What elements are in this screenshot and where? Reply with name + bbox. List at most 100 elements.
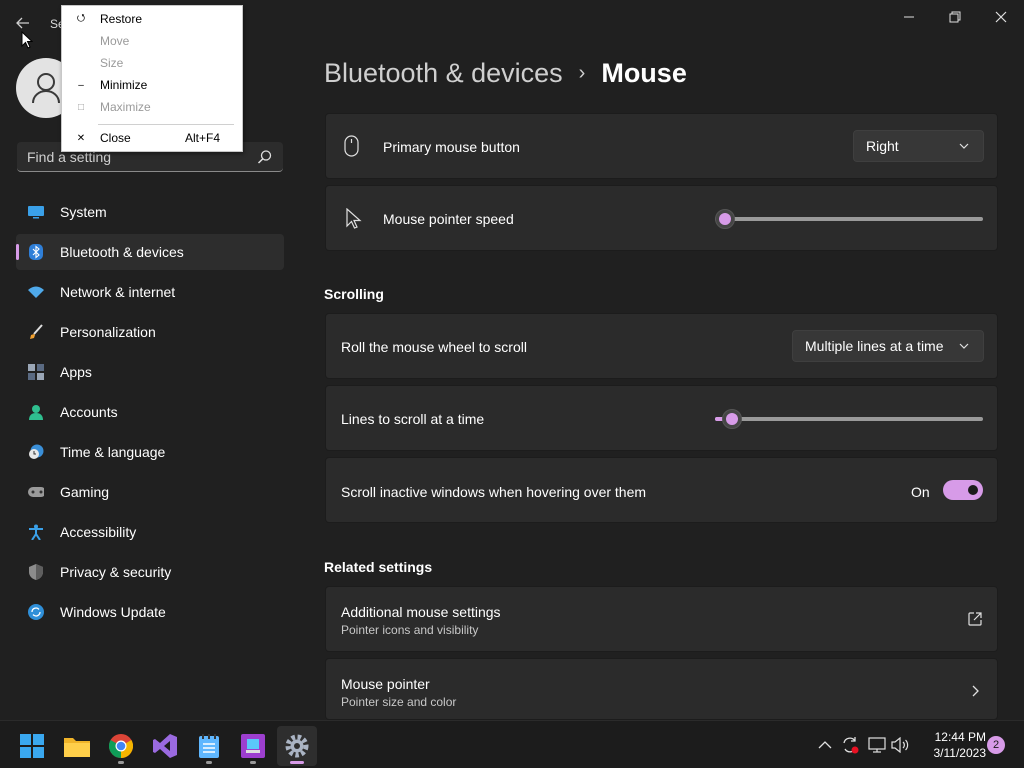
running-indicator bbox=[118, 761, 124, 764]
menu-item-restore[interactable]: ⭯ Restore bbox=[62, 9, 242, 29]
additional-mouse-settings-card[interactable]: Additional mouse settings Pointer icons … bbox=[325, 586, 998, 652]
running-indicator bbox=[290, 761, 304, 764]
menu-item-move: Move bbox=[62, 31, 242, 51]
menu-item-minimize[interactable]: – Minimize bbox=[62, 75, 242, 95]
lines-to-scroll-label: Lines to scroll at a time bbox=[341, 411, 485, 427]
start-icon[interactable] bbox=[12, 726, 52, 766]
accounts-icon bbox=[28, 404, 44, 420]
chrome-icon[interactable] bbox=[101, 726, 141, 766]
shield-icon bbox=[28, 564, 44, 580]
search-icon[interactable] bbox=[257, 149, 273, 165]
display-icon[interactable] bbox=[867, 735, 887, 755]
external-link-icon bbox=[968, 612, 982, 629]
notification-badge[interactable]: 2 bbox=[987, 736, 1005, 754]
pointer-speed-slider[interactable] bbox=[715, 209, 983, 229]
page-title: Mouse bbox=[601, 58, 687, 88]
sidebar-item-apps[interactable]: Apps bbox=[16, 354, 284, 390]
sidebar-item-windows-update[interactable]: Windows Update bbox=[16, 594, 284, 630]
menu-item-size: Size bbox=[62, 53, 242, 73]
breadcrumb-separator-icon: › bbox=[578, 62, 586, 84]
section-title-scrolling: Scrolling bbox=[324, 286, 384, 302]
sidebar-item-label: Privacy & security bbox=[60, 564, 172, 580]
mouse-cursor-icon bbox=[21, 30, 34, 52]
sidebar-item-privacy-security[interactable]: Privacy & security bbox=[16, 554, 284, 590]
roll-wheel-card: Roll the mouse wheel to scroll Multiple … bbox=[325, 313, 998, 379]
menu-item-label: Maximize bbox=[100, 100, 151, 114]
mouse-pointer-card[interactable]: Mouse pointer Pointer size and color bbox=[325, 658, 998, 720]
lines-to-scroll-slider[interactable] bbox=[715, 409, 983, 429]
window-system-menu: ⭯ Restore Move Size – Minimize □ Maximiz… bbox=[61, 5, 243, 152]
notepad-icon[interactable] bbox=[189, 726, 229, 766]
sidebar-item-label: Network & internet bbox=[60, 284, 176, 300]
scroll-inactive-card: Scroll inactive windows when hovering ov… bbox=[325, 457, 998, 523]
sidebar-item-label: Windows Update bbox=[60, 604, 166, 620]
lines-to-scroll-card: Lines to scroll at a time bbox=[325, 385, 998, 451]
mouse-icon bbox=[344, 135, 360, 160]
mouse-pointer-label: Mouse pointer bbox=[341, 676, 430, 692]
sidebar-item-gaming[interactable]: Gaming bbox=[16, 474, 284, 510]
clock[interactable]: 12:44 PM 3/11/2023 bbox=[918, 729, 987, 761]
bluetooth-icon bbox=[28, 244, 44, 260]
settings-icon[interactable] bbox=[277, 726, 317, 766]
user-icon bbox=[32, 73, 60, 104]
chevron-right-icon bbox=[970, 684, 980, 701]
menu-item-label: Size bbox=[100, 56, 124, 70]
breadcrumb-parent[interactable]: Bluetooth & devices bbox=[324, 58, 563, 89]
sidebar-item-label: Gaming bbox=[60, 484, 110, 500]
close-icon: ✕ bbox=[76, 132, 86, 144]
accessibility-icon bbox=[28, 524, 44, 540]
primary-mouse-button-dropdown[interactable]: Right bbox=[853, 130, 984, 162]
slider-thumb[interactable] bbox=[715, 209, 735, 229]
minimize-icon: – bbox=[78, 79, 84, 91]
primary-mouse-button-card: Primary mouse button Right bbox=[325, 113, 998, 179]
clock-globe-icon bbox=[28, 444, 44, 460]
system-icon bbox=[28, 204, 44, 220]
sidebar-item-accessibility[interactable]: Accessibility bbox=[16, 514, 284, 550]
volume-icon[interactable] bbox=[891, 735, 911, 755]
pointer-icon bbox=[346, 207, 362, 233]
sidebar-item-time-language[interactable]: Time & language bbox=[16, 434, 284, 470]
file-explorer-icon[interactable] bbox=[57, 726, 97, 766]
close-icon[interactable] bbox=[989, 6, 1013, 28]
apps-icon bbox=[28, 364, 44, 380]
scroll-inactive-toggle[interactable] bbox=[943, 480, 983, 500]
visual-studio-icon[interactable] bbox=[145, 726, 185, 766]
chevron-down-icon bbox=[957, 139, 971, 153]
menu-item-label: Move bbox=[100, 34, 130, 48]
slider-thumb[interactable] bbox=[722, 409, 742, 429]
sync-icon[interactable] bbox=[840, 735, 860, 755]
sidebar-item-network-internet[interactable]: Network & internet bbox=[16, 274, 284, 310]
roll-wheel-label: Roll the mouse wheel to scroll bbox=[341, 339, 527, 355]
app-icon[interactable] bbox=[233, 726, 273, 766]
brush-icon bbox=[28, 324, 44, 340]
chevron-up-icon[interactable] bbox=[815, 735, 835, 755]
sidebar-nav: System Bluetooth & devices Network & int… bbox=[16, 194, 284, 634]
sidebar-item-label: Accounts bbox=[60, 404, 118, 420]
sidebar-item-label: Accessibility bbox=[60, 524, 137, 540]
menu-separator bbox=[98, 124, 234, 125]
sidebar-item-personalization[interactable]: Personalization bbox=[16, 314, 284, 350]
sidebar-item-bluetooth-devices[interactable]: Bluetooth & devices bbox=[16, 234, 284, 270]
menu-item-close[interactable]: ✕ Close Alt+F4 bbox=[62, 128, 242, 148]
restore-icon: ⭯ bbox=[76, 12, 86, 24]
clock-time: 12:44 PM bbox=[934, 730, 986, 744]
sidebar-item-accounts[interactable]: Accounts bbox=[16, 394, 284, 430]
gamepad-icon bbox=[28, 484, 44, 500]
sidebar-item-label: Personalization bbox=[60, 324, 156, 340]
menu-item-label: Minimize bbox=[100, 78, 148, 92]
mouse-pointer-speed-card: Mouse pointer speed bbox=[325, 185, 998, 251]
menu-shortcut: Alt+F4 bbox=[184, 131, 220, 145]
sidebar-item-label: System bbox=[60, 204, 107, 220]
restore-icon[interactable] bbox=[943, 6, 967, 28]
running-indicator bbox=[206, 761, 212, 764]
roll-wheel-dropdown[interactable]: Multiple lines at a time bbox=[792, 330, 984, 362]
running-indicator bbox=[250, 761, 256, 764]
dropdown-value: Right bbox=[866, 138, 899, 154]
toggle-state-label: On bbox=[911, 484, 930, 500]
chevron-down-icon bbox=[957, 339, 971, 353]
sidebar-item-system[interactable]: System bbox=[16, 194, 284, 230]
minimize-icon[interactable] bbox=[897, 6, 921, 28]
update-icon bbox=[28, 604, 44, 620]
additional-mouse-settings-sub: Pointer icons and visibility bbox=[341, 623, 479, 637]
scroll-inactive-label: Scroll inactive windows when hovering ov… bbox=[341, 484, 647, 500]
